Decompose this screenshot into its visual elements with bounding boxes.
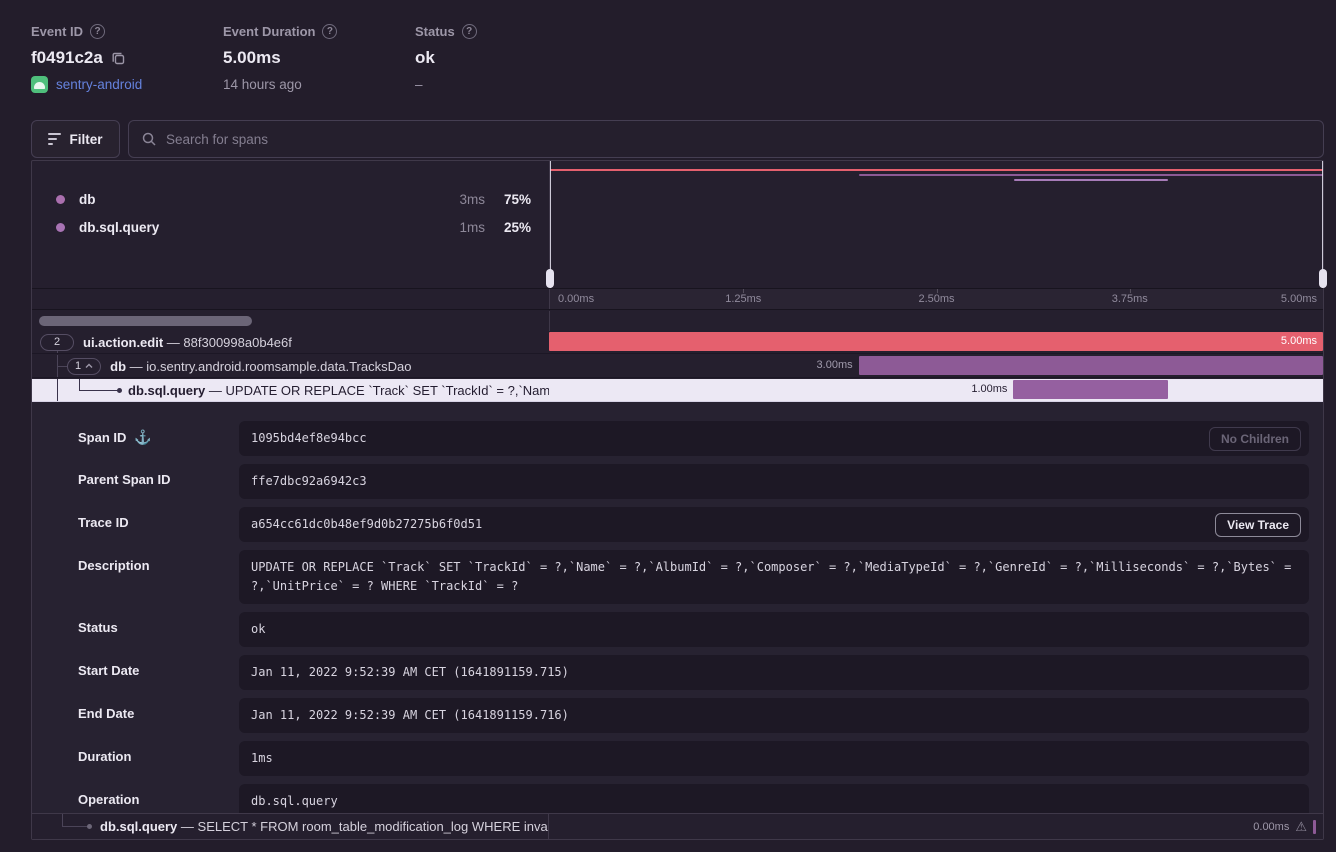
filter-button[interactable]: Filter: [31, 120, 120, 158]
status-block: Status ? ok –: [415, 24, 477, 92]
children-count-pill[interactable]: 2: [40, 334, 74, 351]
trace-panel: db 3ms 75% db.sql.query 1ms 25%: [31, 160, 1324, 840]
search-icon: [141, 131, 157, 147]
parent-span-id-value: ffe7dbc92a6942c3: [239, 464, 1309, 499]
axis-tick: 3.75ms: [1112, 293, 1148, 305]
minimap-span-line: [1014, 179, 1169, 181]
children-count-pill[interactable]: 1: [67, 358, 101, 375]
view-trace-button[interactable]: View Trace: [1215, 513, 1301, 537]
span-id-value: 1095bd4ef8e94bcc No Children: [239, 421, 1309, 456]
span-row-db-sql-query-select[interactable]: db.sql.query — SELECT * FROM room_table_…: [32, 813, 1323, 839]
legend-item-db: db 3ms 75%: [32, 185, 549, 213]
project-link[interactable]: sentry-android: [56, 77, 142, 92]
anchor-icon[interactable]: ⚓: [134, 429, 151, 446]
separator: —: [167, 335, 180, 350]
op-color-dot: [56, 223, 65, 232]
separator: —: [130, 359, 143, 374]
detail-row-trace-id: Trace ID a654cc61dc0b48ef9d0b27275b6f0d5…: [47, 507, 1309, 542]
viewport-right-handle[interactable]: [1319, 269, 1327, 288]
span-detail-card: Span ID ⚓ 1095bd4ef8e94bcc No Children P…: [32, 402, 1323, 814]
minimap-span-line: [550, 169, 1323, 171]
description-value: UPDATE OR REPLACE `Track` SET `TrackId` …: [239, 550, 1309, 604]
start-date-value: Jan 11, 2022 9:52:39 AM CET (1641891159.…: [239, 655, 1309, 690]
span-row-db-sql-query-selected[interactable]: db.sql.query — UPDATE OR REPLACE `Track`…: [32, 379, 1323, 402]
span-search[interactable]: [128, 120, 1324, 158]
event-id-label: Event ID: [31, 24, 83, 39]
event-id-value: f0491c2a: [31, 48, 103, 68]
span-op: db.sql.query: [100, 819, 177, 834]
legend-item-db-sql-query: db.sql.query 1ms 25%: [32, 213, 549, 241]
axis-tick: 0.00ms: [558, 293, 594, 305]
event-duration-value: 5.00ms: [223, 48, 281, 68]
search-input[interactable]: [166, 132, 1311, 147]
span-detail-screen: Event ID ? f0491c2a sentry-android Event…: [0, 0, 1336, 852]
warning-icon: ⚠: [1295, 820, 1307, 833]
span-op: db.sql.query: [128, 383, 205, 398]
span-description: io.sentry.android.roomsample.data.Tracks…: [146, 359, 411, 374]
duration-value: 1ms: [239, 741, 1309, 776]
leaf-dot: [117, 388, 122, 393]
tree-scrollbar-thumb[interactable]: [39, 316, 252, 326]
axis-spacer: [32, 289, 549, 309]
span-bar: [1013, 380, 1168, 399]
status-sub: –: [415, 77, 477, 92]
filter-button-label: Filter: [69, 132, 102, 147]
event-duration-label: Event Duration: [223, 24, 315, 39]
separator: —: [181, 819, 194, 834]
tree-scrollbar-track[interactable]: [32, 311, 549, 331]
status-label: Status: [415, 24, 455, 39]
status-detail-value: ok: [239, 612, 1309, 647]
chevron-up-icon: [85, 363, 93, 369]
separator: —: [209, 383, 222, 398]
span-duration: 5.00ms: [1281, 331, 1317, 352]
status-value: ok: [415, 48, 435, 68]
event-id-block: Event ID ? f0491c2a sentry-android: [31, 24, 142, 93]
span-op: ui.action.edit: [83, 335, 163, 350]
scroll-spacer: [549, 311, 1323, 331]
op-color-dot: [56, 195, 65, 204]
trace-minimap[interactable]: [549, 161, 1323, 288]
span-description: 88f300998a0b4e6f: [183, 335, 291, 350]
viewport-left-handle[interactable]: [546, 269, 554, 288]
detail-row-duration: Duration 1ms: [47, 741, 1309, 776]
axis-tick: 5.00ms: [1281, 293, 1317, 305]
detail-row-end-date: End Date Jan 11, 2022 9:52:39 AM CET (16…: [47, 698, 1309, 733]
zero-width-span-bar: [1313, 820, 1316, 834]
detail-row-span-id: Span ID ⚓ 1095bd4ef8e94bcc No Children: [47, 421, 1309, 456]
detail-row-parent-span-id: Parent Span ID ffe7dbc92a6942c3: [47, 464, 1309, 499]
time-axis: 0.00ms 1.25ms 2.50ms 3.75ms 5.00ms: [549, 289, 1323, 309]
event-duration-block: Event Duration ? 5.00ms 14 hours ago: [223, 24, 337, 92]
span-description: UPDATE OR REPLACE `Track` SET `TrackId` …: [226, 383, 549, 398]
axis-tick: 1.25ms: [725, 293, 761, 305]
span-op: db: [110, 359, 126, 374]
leaf-dot: [87, 824, 92, 829]
event-id-label-row: Event ID ?: [31, 24, 142, 39]
no-children-button[interactable]: No Children: [1209, 427, 1301, 451]
filter-icon: [48, 133, 61, 145]
span-description: SELECT * FROM room_table_modification_lo…: [198, 819, 549, 834]
android-project-icon: [31, 76, 48, 93]
span-row-db[interactable]: 1 db — io.sentry.android.roomsample.data…: [32, 355, 1323, 378]
minimap-span-line: [859, 174, 1323, 176]
detail-row-status: Status ok: [47, 612, 1309, 647]
help-icon[interactable]: ?: [322, 24, 337, 39]
detail-row-description: Description UPDATE OR REPLACE `Track` SE…: [47, 550, 1309, 604]
span-duration: 3.00ms: [817, 355, 853, 376]
detail-row-start-date: Start Date Jan 11, 2022 9:52:39 AM CET (…: [47, 655, 1309, 690]
end-date-value: Jan 11, 2022 9:52:39 AM CET (1641891159.…: [239, 698, 1309, 733]
span-duration: 1.00ms: [971, 379, 1007, 400]
help-icon[interactable]: ?: [90, 24, 105, 39]
event-duration-ago: 14 hours ago: [223, 77, 337, 92]
help-icon[interactable]: ?: [462, 24, 477, 39]
span-bar: [549, 332, 1323, 351]
axis-tick: 2.50ms: [918, 293, 954, 305]
operations-breakdown: db 3ms 75% db.sql.query 1ms 25%: [32, 161, 549, 288]
span-row-ui-action-edit[interactable]: 2 ui.action.edit — 88f300998a0b4e6f 5.00…: [32, 331, 1323, 354]
trace-id-value: a654cc61dc0b48ef9d0b27275b6f0d51 View Tr…: [239, 507, 1309, 542]
span-duration: 0.00ms: [1253, 821, 1289, 833]
copy-icon[interactable]: [111, 51, 126, 66]
span-bar: [859, 356, 1323, 375]
